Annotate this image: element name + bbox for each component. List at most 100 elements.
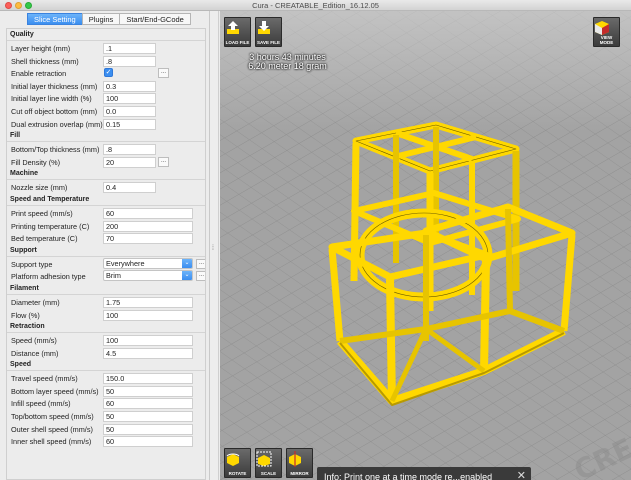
- fill-density-input[interactable]: 20: [103, 156, 156, 168]
- setting-row: Flow (%) 100: [7, 309, 205, 322]
- tab-plugins[interactable]: Plugins: [81, 13, 121, 25]
- scale-button[interactable]: SCALE: [255, 448, 282, 478]
- rotate-button[interactable]: ROTATE: [224, 448, 251, 478]
- save-file-label: SAVE FILE: [257, 40, 280, 45]
- setting-row: Bottom/Top thickness (mm) .8: [7, 143, 205, 156]
- initial-layer-thickness-input[interactable]: 0.3: [103, 80, 156, 92]
- top-bottom-speed-input[interactable]: 50: [103, 411, 193, 423]
- setting-label: Top/bottom speed (mm/s): [11, 412, 94, 422]
- panel-splitter[interactable]: ⁞: [210, 11, 219, 480]
- setting-label: Infill speed (mm/s): [11, 399, 71, 409]
- setting-label: Initial layer thickness (mm): [11, 81, 98, 91]
- support-more-button[interactable]: ...: [196, 258, 205, 269]
- diameter-input[interactable]: 1.75: [103, 296, 193, 308]
- notification-message: Info: Print one at a time mode re...enab…: [324, 472, 493, 480]
- setting-row: Printing temperature (C) 200: [7, 220, 205, 233]
- section-quality: Quality: [7, 29, 205, 41]
- setting-label: Enable retraction: [11, 69, 67, 79]
- nozzle-size-input[interactable]: 0.4: [103, 182, 156, 194]
- setting-label: Outer shell speed (mm/s): [11, 424, 93, 434]
- infill-speed-input[interactable]: 60: [103, 398, 193, 410]
- section-machine: Machine: [7, 168, 205, 181]
- chevron-down-icon: ⌄: [182, 258, 192, 268]
- printing-temperature-input[interactable]: 200: [103, 220, 193, 232]
- bottom-top-thickness-input[interactable]: .8: [103, 144, 156, 156]
- setting-row: Inner shell speed (mm/s) 60: [7, 435, 205, 448]
- mirror-button[interactable]: MIRROR: [286, 448, 313, 478]
- setting-row: Fill Density (%) 20 ...: [7, 156, 205, 169]
- setting-label: Cut off object bottom (mm): [11, 106, 98, 116]
- setting-row: Layer height (mm) .1: [7, 42, 205, 55]
- setting-row: Enable retraction ✓ ...: [7, 67, 205, 80]
- rotate-label: ROTATE: [228, 471, 247, 476]
- setting-label: Platform adhesion type: [11, 272, 86, 282]
- support-type-select[interactable]: Everywhere ⌄: [103, 257, 193, 269]
- setting-label: Initial layer line width (%): [11, 94, 92, 104]
- load-file-label: LOAD FILE: [225, 40, 250, 45]
- setting-row: Distance (mm) 4.5: [7, 347, 205, 360]
- setting-label: Bottom/Top thickness (mm): [11, 145, 100, 155]
- setting-row: Print speed (mm/s) 60: [7, 207, 205, 220]
- setting-label: Flow (%): [11, 310, 40, 320]
- retraction-speed-input[interactable]: 100: [103, 335, 193, 347]
- flow-input[interactable]: 100: [103, 309, 193, 321]
- setting-label: Support type: [11, 259, 53, 269]
- setting-row: Top/bottom speed (mm/s) 50: [7, 410, 205, 423]
- setting-label: Printing temperature (C): [11, 221, 90, 231]
- tab-start-end-gcode[interactable]: Start/End-GCode: [119, 13, 191, 25]
- scale-icon: [256, 451, 272, 467]
- setting-row: Nozzle size (mm) 0.4: [7, 181, 205, 194]
- setting-label: Speed (mm/s): [11, 336, 57, 346]
- settings-panel: Slice Setting Plugins Start/End-GCode Qu…: [0, 11, 210, 480]
- setting-row: Bottom layer speed (mm/s) 50: [7, 385, 205, 398]
- setting-row: Travel speed (mm/s) 150.0: [7, 372, 205, 385]
- dual-extrusion-overlap-input[interactable]: 0.15: [103, 118, 156, 130]
- fill-more-button[interactable]: ...: [158, 156, 169, 167]
- save-file-button[interactable]: SAVE FILE: [255, 17, 282, 47]
- setting-row: Initial layer thickness (mm) 0.3: [7, 80, 205, 93]
- info-notification: Info: Print one at a time mode re...enab…: [317, 467, 531, 480]
- setting-label: Inner shell speed (mm/s): [11, 437, 92, 447]
- window-title: Cura - CREATABLE_Edition_16.12.05: [252, 1, 379, 10]
- chevron-down-icon: ⌄: [182, 271, 192, 281]
- setting-row: Support type Everywhere ⌄ ...: [7, 257, 205, 271]
- load-file-button[interactable]: LOAD FILE: [224, 17, 251, 47]
- enable-retraction-checkbox[interactable]: ✓: [104, 68, 113, 78]
- retraction-more-button[interactable]: ...: [158, 68, 169, 79]
- view-mode-button[interactable]: VIEW MODE: [593, 17, 620, 47]
- setting-label: Distance (mm): [11, 348, 59, 358]
- section-support: Support: [7, 245, 205, 257]
- setting-label: Travel speed (mm/s): [11, 374, 78, 384]
- tab-slice-setting[interactable]: Slice Setting: [27, 13, 83, 25]
- outer-shell-speed-input[interactable]: 50: [103, 423, 193, 435]
- retraction-distance-input[interactable]: 4.5: [103, 347, 193, 359]
- section-retraction: Retraction: [7, 321, 205, 334]
- travel-speed-input[interactable]: 150.0: [103, 373, 193, 385]
- print-speed-input[interactable]: 60: [103, 207, 193, 219]
- setting-label: Bed temperature (C): [11, 234, 78, 244]
- platform-adhesion-select[interactable]: Brim ⌄: [103, 270, 193, 282]
- setting-row: Diameter (mm) 1.75: [7, 296, 205, 309]
- splitter-grip-icon: ⁞: [212, 245, 214, 252]
- layer-height-input[interactable]: .1: [103, 43, 156, 54]
- initial-layer-line-width-input[interactable]: 100: [103, 93, 156, 105]
- bed-temperature-input[interactable]: 70: [103, 233, 193, 245]
- inner-shell-speed-input[interactable]: 60: [103, 436, 193, 448]
- cut-off-bottom-input[interactable]: 0.0: [103, 105, 156, 117]
- bottom-layer-speed-input[interactable]: 50: [103, 385, 193, 397]
- setting-label: Nozzle size (mm): [11, 183, 68, 193]
- title-bar: Cura - CREATABLE_Edition_16.12.05: [0, 0, 631, 11]
- view-mode-label: VIEW MODE: [599, 35, 614, 45]
- 3d-viewport[interactable]: CREAT LOAD FILE SAVE FILE VIEW MODE 3 ho…: [220, 11, 631, 480]
- adhesion-more-button[interactable]: ...: [196, 271, 205, 282]
- section-filament: Filament: [7, 283, 205, 295]
- upload-icon: [227, 21, 239, 34]
- close-icon[interactable]: ✕: [517, 469, 526, 480]
- setting-row: Platform adhesion type Brim ⌄ ...: [7, 270, 205, 283]
- mirror-icon: [289, 451, 301, 467]
- setting-row: Initial layer line width (%) 100: [7, 92, 205, 105]
- section-fill: Fill: [7, 130, 205, 143]
- shell-thickness-input[interactable]: .8: [103, 55, 156, 67]
- setting-label: Bottom layer speed (mm/s): [11, 386, 99, 396]
- setting-row: Cut off object bottom (mm) 0.0: [7, 105, 205, 118]
